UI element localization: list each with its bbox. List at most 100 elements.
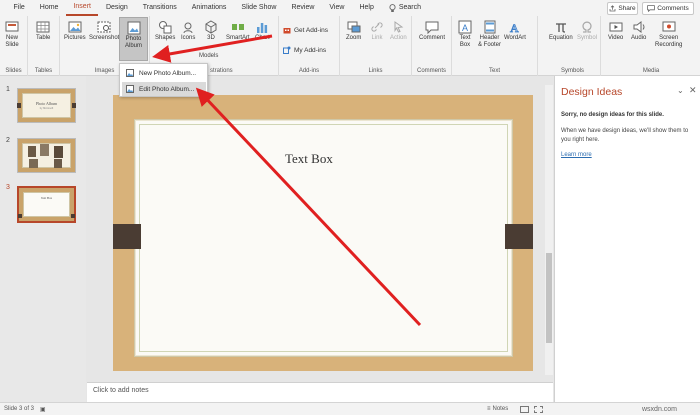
edit-photo-album-item[interactable]: Edit Photo Album...: [122, 82, 206, 96]
screen-recording-button[interactable]: Screen Recording: [655, 20, 682, 49]
header-footer-icon: [484, 20, 495, 34]
thumbnail-subtitle: by Microsoft: [39, 107, 54, 110]
slide-sorter-icon[interactable]: [534, 405, 543, 413]
normal-view-icon[interactable]: [520, 405, 529, 413]
tab-file[interactable]: File: [6, 0, 32, 16]
audio-button[interactable]: Audio: [631, 20, 646, 42]
watermark: wsxdn.com: [642, 405, 678, 413]
notes-placeholder: Click to add notes: [93, 387, 149, 394]
symbol-button[interactable]: Symbol: [577, 20, 597, 42]
speaker-icon: [633, 21, 645, 33]
slide-number-1: 1: [6, 86, 10, 93]
slide-thumbnail-3[interactable]: Text Box: [17, 186, 76, 223]
smartart-button[interactable]: SmartArt: [226, 20, 250, 42]
slide-number-2: 2: [6, 137, 10, 144]
notes-pane[interactable]: Click to add notes: [87, 382, 553, 402]
comments-button[interactable]: Comments: [642, 2, 694, 15]
video-icon: [609, 22, 623, 32]
group-slides: New Slide Slides: [0, 16, 28, 76]
share-button[interactable]: Share: [607, 2, 638, 15]
get-addins-button[interactable]: Get Add-ins: [283, 26, 328, 34]
tab-view[interactable]: View: [322, 0, 352, 16]
shapes-icon: [159, 21, 172, 34]
action-icon: [394, 21, 404, 33]
design-ideas-title: Design Ideas: [561, 86, 623, 98]
comments-label: Comments: [657, 5, 689, 12]
comment-button[interactable]: Comment: [419, 20, 445, 42]
search-label: Search: [398, 4, 422, 11]
tab-design[interactable]: Design: [98, 0, 135, 16]
zoom-button[interactable]: Zoom: [346, 20, 361, 42]
screenshot-icon: [97, 21, 111, 33]
tab-search[interactable]: Search: [381, 0, 428, 16]
pictures-button[interactable]: Pictures: [64, 20, 86, 42]
tab-animations[interactable]: Animations: [184, 0, 234, 16]
group-symbols: Equation Symbol Symbols: [545, 16, 601, 76]
text-box-button[interactable]: A Text Box: [458, 20, 472, 49]
thumbnail-text: Text Box: [40, 196, 53, 200]
tab-help[interactable]: Help: [352, 0, 381, 16]
share-label: Share: [618, 5, 636, 12]
design-ideas-pane: Design Ideas ⌄ ✕ Sorry, no design ideas …: [554, 76, 700, 402]
screen-recording-icon: [662, 21, 676, 32]
group-tables: Table Tables: [28, 16, 60, 76]
cube-icon: [205, 20, 217, 34]
tab-transitions[interactable]: Transitions: [135, 0, 184, 16]
photo-album-icon: [126, 69, 134, 77]
equation-button[interactable]: Equation: [549, 20, 573, 42]
slide-text-box[interactable]: Text Box: [285, 151, 333, 167]
scrollbar-thumb[interactable]: [546, 253, 552, 343]
link-button[interactable]: Link: [370, 20, 384, 42]
slide-number-3: 3: [6, 184, 10, 191]
omega-icon: [582, 21, 592, 33]
wordart-icon: A: [510, 21, 520, 34]
group-text: A Text Box Header & Footer A WordArt Tex…: [452, 16, 538, 76]
close-icon[interactable]: ✕: [689, 85, 697, 96]
addins-icon: [283, 46, 291, 54]
slide-thumbnail-2[interactable]: [17, 138, 76, 173]
group-addins: Get Add-ins My Add-ins Add-ins: [279, 16, 340, 76]
action-button[interactable]: Action: [390, 20, 407, 42]
chart-icon: [257, 23, 268, 33]
table-button[interactable]: Table: [36, 20, 50, 42]
smartart-icon: [231, 24, 244, 30]
wordart-button[interactable]: A WordArt: [504, 20, 526, 42]
tab-home[interactable]: Home: [32, 0, 66, 16]
link-icon: [371, 22, 383, 32]
design-ideas-body: When we have design ideas, we'll show th…: [561, 128, 689, 143]
tab-insert[interactable]: Insert: [65, 0, 99, 16]
edit-photo-album-icon: [126, 85, 134, 93]
picture-icon: [68, 21, 82, 33]
shapes-button[interactable]: Shapes: [155, 20, 175, 42]
my-addins-button[interactable]: My Add-ins: [283, 46, 326, 54]
tab-slideshow[interactable]: Slide Show: [234, 0, 284, 16]
comment-icon: [425, 21, 439, 34]
learn-more-link[interactable]: Learn more: [561, 152, 592, 158]
table-icon: [36, 21, 50, 33]
screenshot-button[interactable]: Screenshot: [89, 20, 119, 42]
pane-options-chevron-icon[interactable]: ⌄: [677, 86, 684, 95]
text-box-icon: A: [458, 20, 472, 34]
vertical-scrollbar[interactable]: [545, 85, 553, 375]
slide[interactable]: Text Box: [113, 95, 533, 371]
new-slide-icon: [5, 21, 19, 32]
zoom-icon: [347, 21, 361, 33]
ribbon: New Slide Slides Table Tables Pictures S…: [0, 16, 700, 76]
photo-album-button[interactable]: Photo Album: [119, 17, 148, 61]
group-comments: Comment Comments: [412, 16, 452, 76]
new-slide-button[interactable]: New Slide: [5, 20, 19, 49]
3d-models-button[interactable]: 3D: [204, 20, 218, 42]
3d-models-sublabel: Models: [199, 53, 219, 59]
header-footer-button[interactable]: Header & Footer: [478, 20, 501, 49]
icons-button[interactable]: Icons: [181, 20, 195, 42]
slide-thumbnail-1[interactable]: Photo Album by Microsoft: [17, 88, 76, 123]
icons-icon: [183, 22, 193, 34]
chart-button[interactable]: Chart: [255, 20, 270, 42]
spell-check-icon[interactable]: ▣: [40, 406, 46, 413]
notes-toggle-button[interactable]: ≡ Notes: [487, 406, 508, 412]
video-button[interactable]: Video: [608, 20, 623, 42]
tab-review[interactable]: Review: [284, 0, 322, 16]
new-photo-album-item[interactable]: New Photo Album...: [122, 66, 206, 80]
ribbon-tab-bar: File Home Insert Design Transitions Anim…: [0, 0, 700, 16]
lightbulb-icon: [389, 3, 396, 12]
